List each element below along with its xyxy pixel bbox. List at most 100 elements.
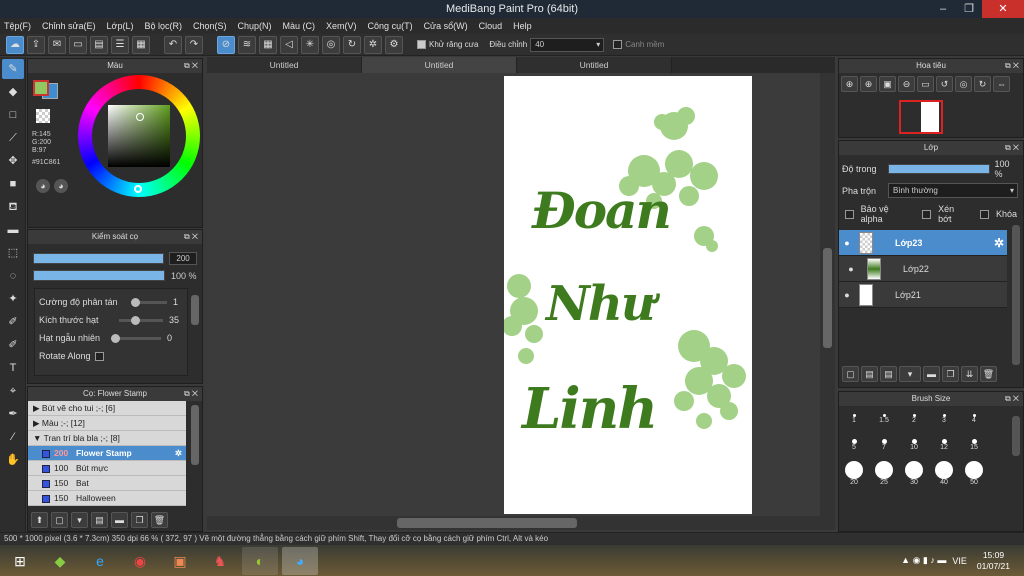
chat-icon[interactable]: ▭ (69, 35, 87, 54)
brush-opacity-slider[interactable] (33, 270, 165, 281)
cloud-icon[interactable]: ☁ (6, 35, 24, 54)
powerpoint-icon[interactable]: ▣ (162, 547, 198, 575)
menu-window[interactable]: Cửa sổ(W) (424, 21, 468, 31)
color-history-icon[interactable]: ◕ (54, 179, 68, 193)
radial-snap-icon[interactable]: ✳ (301, 35, 319, 54)
hue-cursor[interactable] (134, 185, 142, 193)
rotate-along-checkbox[interactable] (94, 351, 104, 361)
blend-dropdown[interactable]: Bình thường ▾ (888, 183, 1018, 198)
tab-untitled-3[interactable]: Untitled (517, 57, 672, 73)
folder-icon[interactable]: ▬ (111, 512, 128, 528)
comment-icon[interactable]: ✉ (48, 35, 66, 54)
brush-size-value[interactable]: 200 (169, 252, 197, 265)
protect-alpha-checkbox[interactable] (845, 209, 854, 219)
rect-tool-icon[interactable]: □ (2, 105, 24, 125)
menu-file[interactable]: Tệp(F) (4, 21, 31, 31)
list-icon[interactable]: ☰ (111, 35, 129, 54)
curve-snap-icon[interactable]: ↻ (343, 35, 361, 54)
menu-edit[interactable]: Chỉnh sửa(E) (42, 21, 96, 31)
brush-size-cell[interactable]: 5 (839, 433, 869, 458)
grid-icon[interactable]: ▦ (132, 35, 150, 54)
menu-view[interactable]: Xem(V) (326, 21, 357, 31)
antialias-checkbox[interactable] (417, 40, 426, 49)
windows-start-icon[interactable]: ⊞ (2, 547, 38, 575)
rotate-reset-icon[interactable]: ◎ (955, 76, 972, 92)
navigator-viewport[interactable] (899, 100, 943, 134)
brush-size-cell[interactable]: 3 (929, 408, 959, 433)
brush-control-scrollbar[interactable] (191, 295, 199, 325)
layer-opacity-slider[interactable] (887, 164, 990, 174)
game-icon[interactable]: ♞ (202, 547, 238, 575)
tray-icons[interactable]: ▲ ◉ ▮ ♪ ▬ (901, 555, 946, 566)
brush-size-cell[interactable]: 2 (899, 408, 929, 433)
random-particle-slider[interactable] (111, 333, 161, 343)
concentric-snap-icon[interactable]: ◎ (322, 35, 340, 54)
chrome-icon[interactable]: ◉ (122, 547, 158, 575)
layer-row[interactable]: ● Lớp21 (839, 282, 1007, 308)
menu-tools[interactable]: Công cụ(T) (368, 21, 413, 31)
duplicate-icon[interactable]: ❐ (131, 512, 148, 528)
fit-icon[interactable]: ▣ (879, 76, 896, 92)
fill-rect-tool-icon[interactable]: ■ (2, 174, 24, 194)
brush-item[interactable]: 150 Bat (28, 476, 186, 491)
folder-icon[interactable]: ▬ (923, 366, 940, 382)
primary-color-swatch[interactable] (33, 80, 49, 96)
brush-size-scrollbar[interactable] (1012, 416, 1020, 456)
move-tool-icon[interactable]: ✥ (2, 151, 24, 171)
magic-wand-tool-icon[interactable]: ✦ (2, 289, 24, 309)
flip-icon[interactable]: ⇔ (993, 76, 1010, 92)
brush-size-cell[interactable]: 25 (869, 458, 899, 486)
zoom-out-icon[interactable]: ⊖ (898, 76, 915, 92)
minimize-icon[interactable]: – (930, 0, 956, 18)
bucket-tool-icon[interactable]: ⛾ (2, 197, 24, 217)
duplicate-layer-icon[interactable]: ❐ (942, 366, 959, 382)
merge-layer-icon[interactable]: ⇊ (961, 366, 978, 382)
canvas-hscroll[interactable] (207, 516, 835, 530)
brush-size-cell[interactable]: 1 (839, 408, 869, 433)
trash-icon[interactable]: 🗑 (151, 512, 168, 528)
brush-size-cell[interactable]: 7 (869, 433, 899, 458)
menu-snap[interactable]: Chụp(N) (238, 21, 272, 31)
vanishing-snap-icon[interactable]: ◁ (280, 35, 298, 54)
eyedropper-tool-icon[interactable]: ⁄ (2, 427, 24, 447)
gear-icon[interactable]: ⚙ (385, 35, 403, 54)
maximize-icon[interactable]: ❐ (956, 0, 982, 18)
copy-brush-icon[interactable]: ▤ (91, 512, 108, 528)
brush-item[interactable]: 200 Flower Stamp ✲ (28, 446, 186, 461)
particle-size-slider[interactable] (119, 315, 163, 325)
menu-help[interactable]: Help (513, 21, 532, 31)
undo-icon[interactable]: ↶ (164, 35, 182, 54)
rotate-left-icon[interactable]: ↺ (936, 76, 953, 92)
select-pen-tool-icon[interactable]: ✐ (2, 312, 24, 332)
brush-size-cell[interactable]: 12 (929, 433, 959, 458)
sv-cursor[interactable] (136, 113, 144, 121)
brush-size-cell[interactable]: 4 (959, 408, 989, 433)
canvas-vscroll[interactable] (820, 73, 835, 516)
menu-color[interactable]: Màu (C) (283, 21, 316, 31)
new-halftone-layer-icon[interactable]: ▤ (861, 366, 878, 382)
brush-list-scrollbar[interactable] (191, 405, 199, 465)
brush-tool-icon[interactable]: ✎ (2, 59, 24, 79)
eraser-tool-icon[interactable]: ◆ (2, 82, 24, 102)
parallel-snap-icon[interactable]: ≋ (238, 35, 256, 54)
dot-tool-icon[interactable]: ⟋ (2, 128, 24, 148)
clipping-checkbox[interactable] (922, 209, 932, 219)
layer-row[interactable]: ● Lớp23 ✲ (839, 230, 1007, 256)
menu-cloud[interactable]: Cloud (479, 21, 503, 31)
adjust-dropdown[interactable]: 40 ▾ (530, 37, 605, 52)
layer-row[interactable]: ● Lớp22 (839, 256, 1007, 282)
brush-size-cell[interactable]: 10 (899, 433, 929, 458)
brush-size-cell[interactable]: 40 (929, 458, 959, 486)
transparent-swatch[interactable] (36, 109, 50, 123)
snap-soft-checkbox[interactable] (613, 40, 623, 49)
lasso-tool-icon[interactable]: ◌ (2, 266, 24, 286)
zoom-in-icon[interactable]: ⊕ (860, 76, 877, 92)
brush-size-cell[interactable]: 1.5 (869, 408, 899, 433)
language-indicator[interactable]: VIE (952, 556, 967, 566)
close-icon[interactable]: ✕ (982, 0, 1024, 18)
tab-untitled-1[interactable]: Untitled (207, 57, 362, 73)
bluestacks-icon[interactable]: ◆ (42, 547, 78, 575)
layer-scrollbar[interactable] (1012, 225, 1020, 365)
redo-icon[interactable]: ↷ (185, 35, 203, 54)
clock[interactable]: 15:09 01/07/21 (977, 550, 1010, 572)
